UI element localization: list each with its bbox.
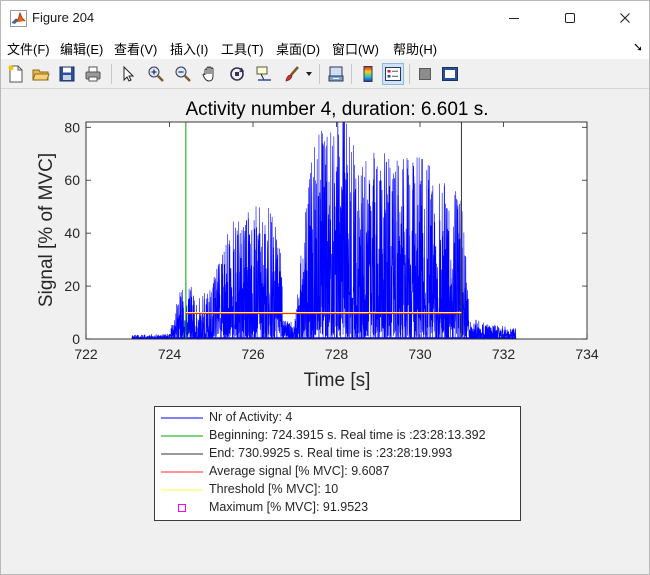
menu-file[interactable]: 文件(F): [7, 39, 50, 58]
toolbar-separator: [409, 64, 410, 84]
zoom-out-icon: [175, 66, 191, 82]
legend[interactable]: Nr of Activity: 4 Beginning: 724.3915 s.…: [154, 406, 521, 521]
legend-entry-maximum: Maximum [% MVC]: 91.9523: [155, 499, 520, 517]
pointer-button[interactable]: [117, 63, 139, 85]
maximize-button[interactable]: [547, 1, 593, 35]
y-tick-label: 80: [64, 119, 80, 135]
figure-canvas[interactable]: Activity number 4, duration: 6.601 s. 72…: [1, 90, 649, 574]
print-button[interactable]: [82, 63, 104, 85]
open-file-icon: [32, 69, 50, 81]
link-plot-icon: [328, 66, 344, 82]
toolbar-separator: [351, 64, 352, 84]
matlab-logo-icon: [10, 10, 27, 27]
legend-entry-beginning: Beginning: 724.3915 s. Real time is :23:…: [155, 427, 520, 445]
show-plot-tools-button[interactable]: [439, 63, 461, 85]
pointer-icon: [123, 65, 135, 82]
legend-label: Nr of Activity: 4: [209, 410, 293, 424]
colorbar-button[interactable]: [357, 63, 379, 85]
rotate-3d-button[interactable]: [226, 63, 248, 85]
brush-button[interactable]: [281, 63, 303, 85]
figure-window: Figure 204 文件(F) 编辑(E) 查看(V) 插入(I) 工具(T)…: [0, 0, 650, 575]
menu-help[interactable]: 帮助(H): [393, 39, 437, 58]
zoom-out-button[interactable]: [172, 63, 194, 85]
colorbar-icon: [363, 66, 373, 82]
minimize-icon: [509, 18, 519, 19]
legend-line-green-icon: [161, 435, 203, 437]
title-bar[interactable]: Figure 204: [1, 1, 649, 35]
legend-label: Average signal [% MVC]: 9.6087: [209, 464, 390, 478]
legend-line-yellow-icon: [161, 489, 203, 491]
close-button[interactable]: [602, 1, 648, 35]
close-icon: [620, 13, 630, 23]
x-tick-label: 730: [408, 346, 432, 362]
legend-icon: [385, 67, 401, 81]
y-tick-label: 60: [64, 172, 80, 188]
legend-entry-end: End: 730.9925 s. Real time is :23:28:19.…: [155, 445, 520, 463]
menu-view[interactable]: 查看(V): [114, 39, 157, 58]
new-figure-button[interactable]: [5, 63, 27, 85]
rotate-3d-icon: [230, 67, 245, 81]
x-tick-label: 728: [325, 346, 349, 362]
x-tick-label: 734: [575, 346, 599, 362]
legend-entry-activity: Nr of Activity: 4: [155, 409, 520, 427]
print-icon: [85, 66, 101, 82]
hide-plot-tools-button[interactable]: [414, 63, 436, 85]
pan-button[interactable]: [199, 63, 221, 85]
menu-insert[interactable]: 插入(I): [170, 39, 208, 58]
legend-label: Beginning: 724.3915 s. Real time is :23:…: [209, 428, 486, 442]
x-tick-label: 722: [74, 346, 98, 362]
legend-label: End: 730.9925 s. Real time is :23:28:19.…: [209, 446, 453, 460]
legend-marker-magenta-square-icon: [178, 504, 186, 512]
pan-hand-icon: [202, 66, 214, 82]
y-tick-label: 20: [64, 278, 80, 294]
toolbar-separator: [319, 64, 320, 84]
legend-line-red-icon: [161, 471, 203, 473]
legend-line-blue-icon: [161, 417, 203, 419]
chart-title: Activity number 4, duration: 6.601 s.: [185, 99, 488, 120]
x-axis-label: Time [s]: [304, 370, 371, 391]
x-tick-label: 732: [492, 346, 516, 362]
legend-label: Maximum [% MVC]: 91.9523: [209, 500, 369, 514]
legend-label: Threshold [% MVC]: 10: [209, 482, 339, 496]
zoom-in-icon: [148, 66, 164, 82]
legend-entry-threshold: Threshold [% MVC]: 10: [155, 481, 520, 499]
minimize-button[interactable]: [491, 1, 537, 35]
maximize-icon: [565, 13, 575, 23]
menu-window[interactable]: 窗口(W): [332, 39, 379, 58]
data-cursor-button[interactable]: [253, 63, 275, 85]
menu-bar: 文件(F) 编辑(E) 查看(V) 插入(I) 工具(T) 桌面(D) 窗口(W…: [1, 35, 649, 59]
y-axis-label: Signal [% of MVC]: [36, 153, 57, 307]
zoom-in-button[interactable]: [145, 63, 167, 85]
hide-plot-tools-icon: [419, 68, 431, 80]
menu-dock-arrow-icon[interactable]: ➘: [633, 40, 643, 54]
save-button[interactable]: [56, 63, 78, 85]
toolbar-separator: [111, 64, 112, 84]
save-icon: [59, 66, 75, 82]
open-file-button[interactable]: [30, 63, 52, 85]
link-plot-button[interactable]: [325, 63, 347, 85]
y-tick-label: 40: [64, 225, 80, 241]
legend-entry-average: Average signal [% MVC]: 9.6087: [155, 463, 520, 481]
x-tick-label: 726: [241, 346, 265, 362]
axes-plot[interactable]: Activity number 4, duration: 6.601 s. 72…: [1, 90, 649, 400]
figure-toolbar: [1, 59, 649, 89]
menu-desktop[interactable]: 桌面(D): [276, 39, 320, 58]
legend-button[interactable]: [382, 63, 404, 85]
legend-line-black-icon: [161, 453, 203, 455]
x-tick-label: 724: [158, 346, 182, 362]
menu-edit[interactable]: 编辑(E): [60, 39, 103, 58]
new-figure-icon: [8, 65, 23, 83]
window-title: Figure 204: [32, 10, 95, 25]
y-tick-label: 0: [72, 331, 80, 347]
brush-dropdown-button[interactable]: [303, 63, 315, 85]
data-cursor-icon: [256, 66, 271, 81]
show-plot-tools-icon: [442, 67, 458, 81]
menu-tools[interactable]: 工具(T): [221, 39, 264, 58]
brush-dropdown-icon: [306, 72, 312, 76]
brush-icon: [285, 66, 299, 82]
